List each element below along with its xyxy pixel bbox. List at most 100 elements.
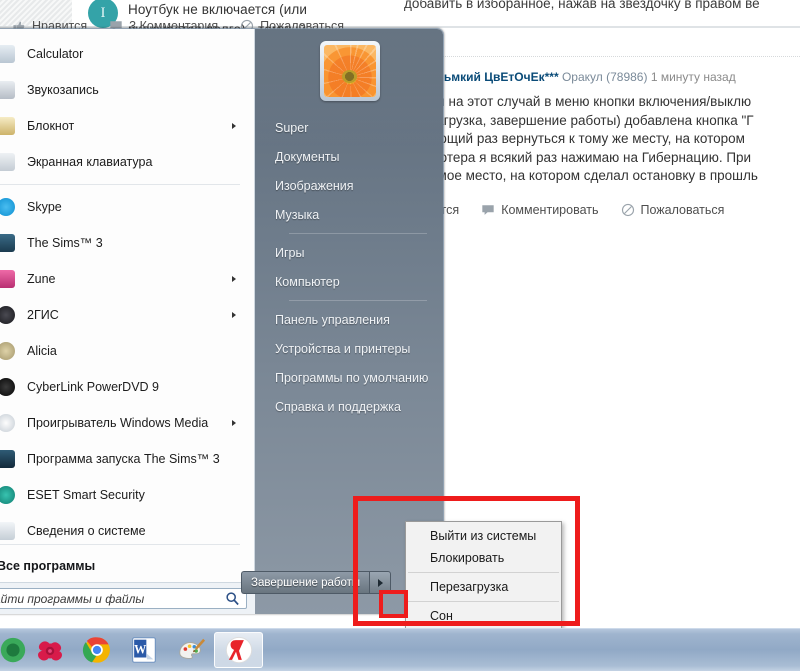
user-picture[interactable] bbox=[320, 41, 380, 101]
start-program-label: Skype bbox=[27, 200, 62, 214]
menu-item-log-off[interactable]: Выйти из системы bbox=[406, 525, 561, 547]
menu-item-label: Выйти из системы bbox=[430, 529, 537, 543]
submenu-arrow-icon bbox=[232, 123, 236, 129]
answer-author[interactable]: еньмкий ЦвЕтОчЕк*** bbox=[430, 70, 559, 84]
start-program-item[interactable]: 2ГИС bbox=[0, 297, 254, 333]
start-program-item[interactable]: Программа запуска The Sims™ 3 bbox=[0, 441, 254, 477]
start-program-item[interactable]: Проигрыватель Windows Media bbox=[0, 405, 254, 441]
shutdown-label: Завершение работы bbox=[251, 576, 361, 589]
search-icon[interactable] bbox=[225, 591, 240, 606]
places-item-label: Игры bbox=[275, 245, 305, 260]
start-program-label: Alicia bbox=[27, 344, 57, 358]
answer-meta: еньмкий ЦвЕтОчЕк*** Оракул (78986) 1 мин… bbox=[430, 70, 800, 84]
comment-icon bbox=[481, 203, 495, 217]
menu-item-label: Перезагрузка bbox=[430, 580, 509, 594]
start-program-label: ESET Smart Security bbox=[27, 488, 145, 502]
start-program-label: Блокнот bbox=[27, 119, 75, 133]
start-program-item[interactable]: CyberLink PowerDVD 9 bbox=[0, 369, 254, 405]
taskbar-item[interactable] bbox=[0, 631, 26, 669]
alicia-icon bbox=[0, 342, 15, 360]
sidebar-item-help-support[interactable]: Справка и поддержка bbox=[255, 392, 443, 421]
places-item-label: Super bbox=[275, 120, 309, 135]
sidebar-item-computer[interactable]: Компьютер bbox=[255, 267, 443, 296]
taskbar-item-active[interactable] bbox=[214, 632, 263, 668]
screen: I Ноутбук не включается (или включается … bbox=[0, 0, 800, 671]
answer-text-line: ующий раз вернуться к тому же месту, на … bbox=[430, 131, 745, 146]
answer-comment-button[interactable]: Комментировать bbox=[481, 203, 599, 217]
start-program-label: CyberLink PowerDVD 9 bbox=[27, 380, 159, 394]
svg-text:W: W bbox=[134, 642, 146, 656]
zune-icon bbox=[0, 270, 15, 288]
taskbar-item[interactable]: W bbox=[120, 631, 167, 669]
start-program-item[interactable]: Calculator bbox=[0, 36, 254, 72]
places-item-label: Панель управления bbox=[275, 312, 390, 327]
start-program-label: Сведения о системе bbox=[27, 524, 146, 538]
sidebar-item-super[interactable]: Super bbox=[255, 113, 443, 142]
powerdvd-icon bbox=[0, 378, 15, 396]
start-program-label: Звукозапись bbox=[27, 83, 99, 97]
google-chrome-icon bbox=[82, 635, 112, 665]
start-program-item[interactable]: The Sims™ 3 bbox=[0, 225, 254, 261]
menu-item-label: Блокировать bbox=[430, 551, 505, 565]
sidebar-item-devices-printers[interactable]: Устройства и принтеры bbox=[255, 334, 443, 363]
sidebar-item-music[interactable]: Музыка bbox=[255, 200, 443, 229]
answer-time: 1 минуту назад bbox=[650, 70, 736, 84]
sound-recorder-icon bbox=[0, 81, 15, 99]
answer-text-line: ня на этот случай в меню кнопки включени… bbox=[430, 94, 752, 109]
places-item-label: Программы по умолчанию bbox=[275, 370, 429, 385]
search-input[interactable] bbox=[0, 591, 225, 606]
start-program-item[interactable]: Звукозапись bbox=[0, 72, 254, 108]
all-programs-button[interactable]: Все программы bbox=[0, 549, 254, 583]
start-menu-programs-panel: Calculator Звукозапись Блокнот Экранная … bbox=[0, 29, 255, 583]
start-program-label: Calculator bbox=[27, 47, 84, 61]
sidebar-item-games[interactable]: Игры bbox=[255, 238, 443, 267]
answer-actions-bottom: авится Комментировать Пожаловаться bbox=[420, 203, 724, 217]
taskbar-icons: W bbox=[0, 631, 263, 669]
places-separator bbox=[289, 300, 427, 301]
places-item-label: Справка и поддержка bbox=[275, 399, 401, 414]
yandex-browser-icon bbox=[224, 635, 254, 665]
menu-item-sleep[interactable]: Сон bbox=[406, 605, 561, 627]
places-item-label: Компьютер bbox=[275, 274, 340, 289]
menu-separator bbox=[408, 601, 559, 602]
places-item-label: Устройства и принтеры bbox=[275, 341, 411, 356]
start-menu-search-bar bbox=[0, 582, 255, 614]
sidebar-item-pictures[interactable]: Изображения bbox=[255, 171, 443, 200]
eset-icon bbox=[0, 486, 15, 504]
answer-rank: Оракул (78986) bbox=[561, 70, 648, 84]
menu-item-restart[interactable]: Перезагрузка bbox=[406, 576, 561, 598]
submenu-arrow-icon bbox=[232, 276, 236, 282]
report-icon bbox=[621, 203, 635, 217]
answer-comment-label: Комментировать bbox=[501, 203, 599, 217]
answer-text-line: имое место, на котором сделал остановку … bbox=[430, 168, 758, 183]
start-program-item[interactable]: Alicia bbox=[0, 333, 254, 369]
sims3-icon bbox=[0, 234, 15, 252]
sidebar-item-documents[interactable]: Документы bbox=[255, 142, 443, 171]
search-box[interactable] bbox=[0, 588, 247, 609]
places-separator bbox=[289, 233, 427, 234]
menu-item-label: Сон bbox=[430, 609, 453, 623]
shutdown-button[interactable]: Завершение работы bbox=[241, 571, 370, 594]
taskbar-item[interactable] bbox=[167, 631, 214, 669]
favorite-hint-text: добавить в изборанное, нажав на звездочк… bbox=[404, 0, 760, 11]
start-menu-separator bbox=[0, 544, 240, 545]
shutdown-options-button[interactable] bbox=[369, 571, 392, 594]
system-info-icon bbox=[0, 522, 15, 540]
start-program-item[interactable]: Zune bbox=[0, 261, 254, 297]
start-program-item[interactable]: Блокнот bbox=[0, 108, 254, 144]
on-screen-keyboard-icon bbox=[0, 153, 15, 171]
paint-icon bbox=[176, 635, 206, 665]
taskbar-item[interactable] bbox=[26, 631, 73, 669]
menu-item-lock[interactable]: Блокировать bbox=[406, 547, 561, 569]
answer-text: ня на этот случай в меню кнопки включени… bbox=[430, 93, 800, 186]
flower-user-picture bbox=[324, 45, 376, 97]
sims3-launcher-icon bbox=[0, 450, 15, 468]
start-program-item[interactable]: Skype bbox=[0, 189, 254, 225]
sidebar-item-default-programs[interactable]: Программы по умолчанию bbox=[255, 363, 443, 392]
start-program-item[interactable]: ESET Smart Security bbox=[0, 477, 254, 513]
sidebar-item-control-panel[interactable]: Панель управления bbox=[255, 305, 443, 334]
chevron-right-icon bbox=[377, 578, 383, 587]
taskbar-item[interactable] bbox=[73, 631, 120, 669]
answer-report-button[interactable]: Пожаловаться bbox=[621, 203, 724, 217]
start-program-item[interactable]: Экранная клавиатура bbox=[0, 144, 254, 180]
